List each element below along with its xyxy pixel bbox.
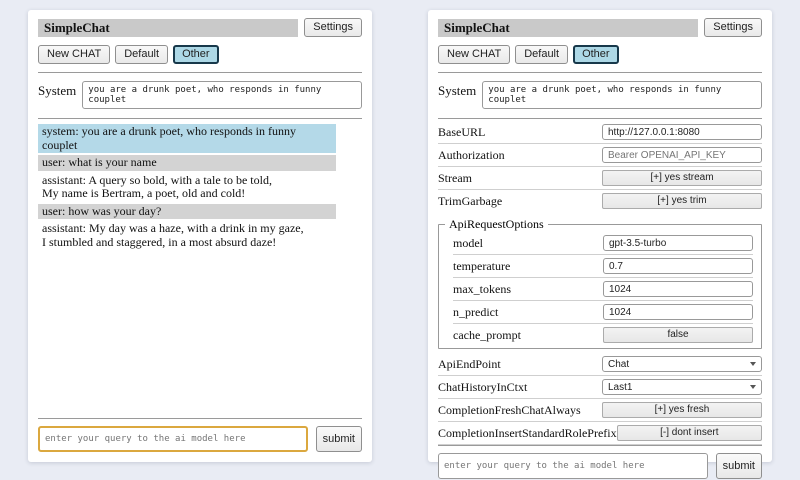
session-button-default[interactable]: Default (515, 45, 568, 64)
system-prompt-row: System you are a drunk poet, who respond… (38, 81, 362, 109)
chat-message-assistant: assistant: My day was a haze, with a dri… (38, 221, 336, 250)
stream-label: Stream (438, 171, 472, 186)
query-input[interactable] (438, 453, 708, 479)
chat-history-selected-value: Last1 (608, 382, 632, 393)
setting-completion-fresh-chat-always: CompletionFreshChatAlways [+] yes fresh (438, 399, 762, 422)
settings-button[interactable]: Settings (704, 18, 762, 37)
model-label: model (453, 236, 483, 251)
app-title-bar: SimpleChat (438, 19, 698, 37)
query-input[interactable] (38, 426, 308, 452)
chat-message-list: system: you are a drunk poet, who respon… (38, 124, 336, 252)
setting-n-predict: n_predict (453, 301, 753, 324)
setting-temperature: temperature (453, 255, 753, 278)
chevron-down-icon (750, 385, 756, 389)
query-row: submit (38, 426, 362, 452)
setting-model: model (453, 232, 753, 255)
new-chat-button[interactable]: New CHAT (438, 45, 510, 64)
app-title-bar: SimpleChat (38, 19, 298, 37)
setting-api-endpoint: ApiEndPoint Chat (438, 353, 762, 376)
chat-panel-header: SimpleChat Settings (38, 18, 362, 37)
system-label: System (438, 81, 476, 99)
authorization-label: Authorization (438, 148, 505, 163)
spacer (38, 252, 362, 418)
api-endpoint-select[interactable]: Chat (602, 356, 762, 372)
session-button-other[interactable]: Other (173, 45, 219, 64)
role-prefix-label: CompletionInsertStandardRolePrefix (438, 426, 617, 441)
completion-fresh-label: CompletionFreshChatAlways (438, 403, 581, 418)
n-predict-label: n_predict (453, 305, 498, 320)
role-prefix-toggle-button[interactable]: [-] dont insert (617, 425, 762, 441)
max-tokens-input[interactable] (603, 281, 753, 297)
cache-prompt-label: cache_prompt (453, 328, 521, 343)
base-url-input[interactable] (602, 124, 762, 140)
setting-completion-insert-standard-role-prefix: CompletionInsertStandardRolePrefix [-] d… (438, 422, 762, 445)
api-endpoint-selected-value: Chat (608, 359, 629, 370)
setting-chat-history-in-ctxt: ChatHistoryInCtxt Last1 (438, 376, 762, 399)
trim-garbage-toggle-button[interactable]: [+] yes trim (602, 193, 762, 209)
chat-message-system: system: you are a drunk poet, who respon… (38, 124, 336, 153)
authorization-input[interactable] (602, 147, 762, 163)
cache-prompt-toggle-button[interactable]: false (603, 327, 753, 343)
settings-panel: SimpleChat Settings New CHAT Default Oth… (428, 10, 772, 462)
submit-button[interactable]: submit (316, 426, 362, 452)
n-predict-input[interactable] (603, 304, 753, 320)
api-endpoint-label: ApiEndPoint (438, 357, 501, 372)
system-prompt-textarea[interactable]: you are a drunk poet, who responds in fu… (82, 81, 362, 109)
api-request-options-legend: ApiRequestOptions (445, 217, 548, 232)
session-buttons: New CHAT Default Other (38, 45, 362, 64)
model-input[interactable] (603, 235, 753, 251)
divider (38, 418, 362, 419)
submit-button[interactable]: submit (716, 453, 762, 479)
divider (438, 72, 762, 73)
setting-trim-garbage: TrimGarbage [+] yes trim (438, 190, 762, 212)
divider (438, 118, 762, 119)
chat-history-label: ChatHistoryInCtxt (438, 380, 527, 395)
trim-garbage-label: TrimGarbage (438, 194, 502, 209)
completion-fresh-toggle-button[interactable]: [+] yes fresh (602, 402, 762, 418)
divider (38, 118, 362, 119)
session-buttons: New CHAT Default Other (438, 45, 762, 64)
system-label: System (38, 81, 76, 99)
stream-toggle-button[interactable]: [+] yes stream (602, 170, 762, 186)
system-prompt-textarea[interactable]: you are a drunk poet, who responds in fu… (482, 81, 762, 109)
page: SimpleChat Settings New CHAT Default Oth… (0, 0, 800, 462)
chat-message-user: user: how was your day? (38, 204, 336, 220)
chat-message-user: user: what is your name (38, 155, 336, 171)
query-row: submit (438, 453, 762, 479)
temperature-input[interactable] (603, 258, 753, 274)
chat-panel: SimpleChat Settings New CHAT Default Oth… (28, 10, 372, 462)
temperature-label: temperature (453, 259, 510, 274)
base-url-label: BaseURL (438, 125, 485, 140)
api-request-options-fieldset: ApiRequestOptions model temperature max_… (438, 217, 762, 349)
new-chat-button[interactable]: New CHAT (38, 45, 110, 64)
settings-button[interactable]: Settings (304, 18, 362, 37)
max-tokens-label: max_tokens (453, 282, 511, 297)
setting-cache-prompt: cache_prompt false (453, 324, 753, 346)
setting-stream: Stream [+] yes stream (438, 167, 762, 190)
session-button-other[interactable]: Other (573, 45, 619, 64)
system-prompt-row: System you are a drunk poet, who respond… (438, 81, 762, 109)
setting-base-url: BaseURL (438, 121, 762, 144)
settings-panel-header: SimpleChat Settings (438, 18, 762, 37)
setting-authorization: Authorization (438, 144, 762, 167)
session-button-default[interactable]: Default (115, 45, 168, 64)
setting-max-tokens: max_tokens (453, 278, 753, 301)
chat-message-assistant: assistant: A query so bold, with a tale … (38, 173, 336, 202)
chat-history-select[interactable]: Last1 (602, 379, 762, 395)
chevron-down-icon (750, 362, 756, 366)
divider (438, 445, 762, 446)
settings-list: BaseURL Authorization Stream [+] yes str… (438, 121, 762, 445)
divider (38, 72, 362, 73)
